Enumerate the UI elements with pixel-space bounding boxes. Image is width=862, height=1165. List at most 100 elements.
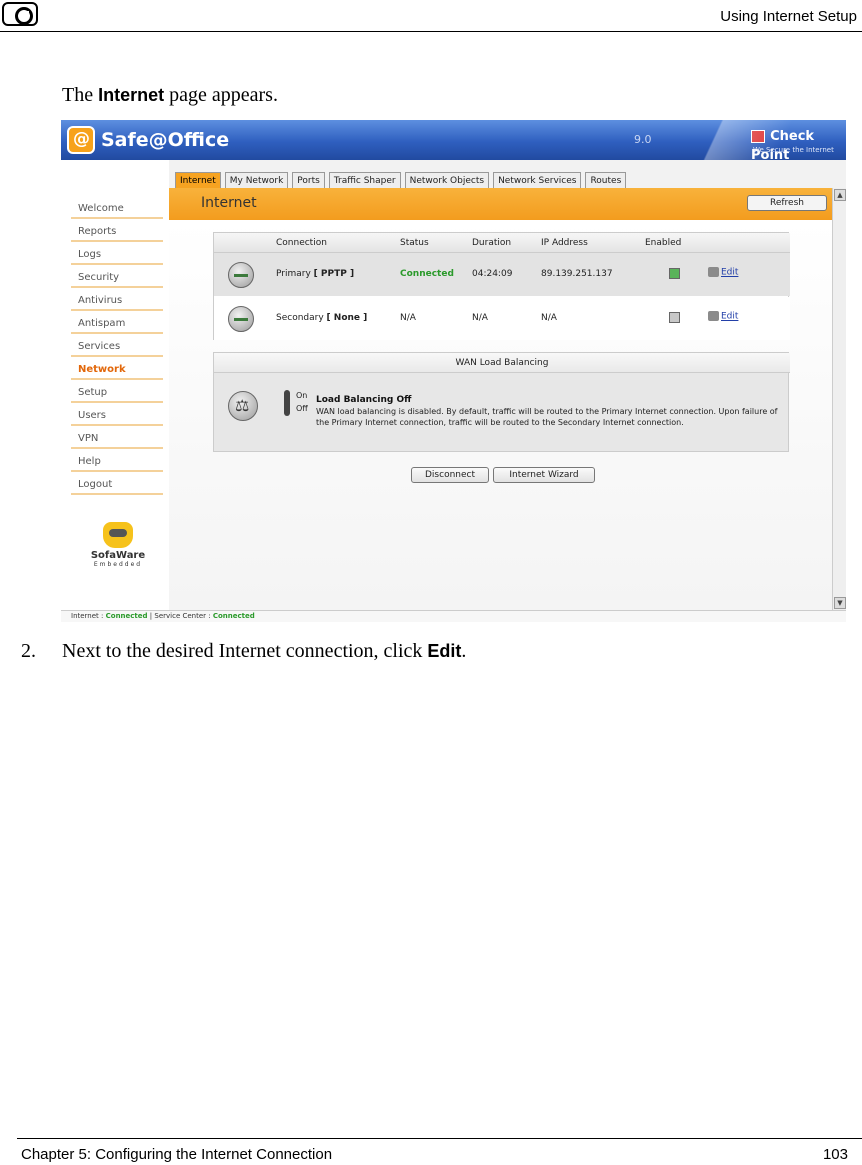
vendor-tagline: We Secure the Internet <box>753 146 834 154</box>
tab-traffic-shaper[interactable]: Traffic Shaper <box>328 172 401 188</box>
intro-prefix: The <box>62 84 94 106</box>
wan-load-balancing-panel: WAN Load Balancing On Off Load Balancing… <box>213 352 790 452</box>
tab-ports[interactable]: Ports <box>292 172 325 188</box>
internet-status-value: Connected <box>105 612 148 620</box>
primary-name: Primary <box>276 269 311 279</box>
scroll-up-arrow-icon[interactable]: ▲ <box>834 189 846 201</box>
intro-bold: Internet <box>98 85 165 105</box>
sidebar-item-welcome[interactable]: Welcome <box>71 196 163 219</box>
toggle-on-label: On <box>296 391 308 400</box>
ip-value: N/A <box>541 313 557 323</box>
scroll-down-arrow-icon[interactable]: ▼ <box>834 597 846 609</box>
step-instruction: Next to the desired Internet connection,… <box>62 640 423 662</box>
service-center-value: Connected <box>212 612 255 620</box>
duration-value: N/A <box>472 313 488 323</box>
step-number: 2. <box>21 640 36 662</box>
toggle-off-label: Off <box>296 404 308 413</box>
wan-header: WAN Load Balancing <box>214 353 790 373</box>
header-rule <box>0 31 862 32</box>
intro-suffix: page appears. <box>169 84 278 106</box>
duration-value: 04:24:09 <box>472 269 513 279</box>
connections-table: Connection Status Duration IP Address En… <box>213 232 790 340</box>
sidebar-item-services[interactable]: Services <box>71 334 163 357</box>
status-badge: Connected <box>400 269 454 279</box>
sidebar-item-antivirus[interactable]: Antivirus <box>71 288 163 311</box>
table-row: Primary [ PPTP ] Connected 04:24:09 89.1… <box>214 253 790 296</box>
sidebar-nav: Welcome Reports Logs Security Antivirus … <box>71 196 163 495</box>
header-enabled: Enabled <box>645 238 682 248</box>
footer-page-number: 103 <box>822 1146 848 1163</box>
sofaware-sub: Embedded <box>93 561 143 568</box>
check-point-icon <box>751 130 765 143</box>
connection-icon <box>228 306 254 332</box>
load-balancing-toggle[interactable] <box>284 390 290 416</box>
tab-routes[interactable]: Routes <box>585 172 627 188</box>
chapter-icon <box>2 2 38 26</box>
disconnect-button[interactable]: Disconnect <box>411 467 489 483</box>
footer-rule <box>17 1138 862 1139</box>
vertical-scrollbar[interactable]: ▲ ▼ <box>832 188 846 610</box>
connection-icon <box>228 262 254 288</box>
status-value: N/A <box>400 313 416 323</box>
ip-value: 89.139.251.137 <box>541 269 613 279</box>
app-titlebar: Safe@Office 9.0 Check Point We Secure th… <box>61 120 846 163</box>
header-duration: Duration <box>472 238 512 248</box>
sidebar: Welcome Reports Logs Security Antivirus … <box>61 160 169 610</box>
step-text: Next to the desired Internet connection,… <box>62 640 466 663</box>
sidebar-item-reports[interactable]: Reports <box>71 219 163 242</box>
load-balancing-title: Load Balancing Off <box>316 395 412 405</box>
edit-primary-link[interactable]: Edit <box>708 267 738 278</box>
secondary-name: Secondary <box>276 313 324 323</box>
sidebar-item-network[interactable]: Network <box>71 357 163 380</box>
header-connection: Connection <box>276 238 327 248</box>
footer-chapter: Chapter 5: Configuring the Internet Conn… <box>21 1146 333 1163</box>
vendor-name: Check Point <box>751 129 815 163</box>
status-separator: | <box>149 612 153 620</box>
safe-at-office-logo-icon <box>67 126 95 154</box>
sofaware-mascot-icon <box>103 522 133 548</box>
edit-secondary-link[interactable]: Edit <box>708 311 738 322</box>
refresh-button[interactable]: Refresh <box>747 195 827 211</box>
sofaware-brand: SofaWare <box>90 550 146 561</box>
sidebar-item-security[interactable]: Security <box>71 265 163 288</box>
status-bar: Internet : Connected | Service Center : … <box>61 610 846 622</box>
tab-network-objects[interactable]: Network Objects <box>404 172 490 188</box>
internet-wizard-button[interactable]: Internet Wizard <box>493 467 595 483</box>
tab-network-services[interactable]: Network Services <box>493 172 582 188</box>
page-title: Internet <box>201 195 257 211</box>
table-row: Secondary [ None ] N/A N/A N/A Edit <box>214 297 790 340</box>
edit-icon <box>708 267 719 277</box>
sidebar-item-setup[interactable]: Setup <box>71 380 163 403</box>
internet-status-label: Internet : <box>71 612 104 620</box>
tab-my-network[interactable]: My Network <box>224 172 289 188</box>
sidebar-item-vpn[interactable]: VPN <box>71 426 163 449</box>
header-status: Status <box>400 238 429 248</box>
load-balancing-description: WAN load balancing is disabled. By defau… <box>316 407 778 427</box>
secondary-type: [ None ] <box>326 313 368 323</box>
check-point-logo: Check Point <box>751 126 846 164</box>
primary-type: [ PPTP ] <box>313 269 355 279</box>
service-center-label: Service Center : <box>154 612 211 620</box>
screenshot: Safe@Office 9.0 Check Point We Secure th… <box>61 120 846 622</box>
app-version: 9.0 <box>634 133 652 146</box>
page-title-band: Internet Refresh <box>169 188 832 220</box>
edit-icon <box>708 311 719 321</box>
sidebar-item-antispam[interactable]: Antispam <box>71 311 163 334</box>
content-area: Internet Refresh Connection Status Durat… <box>169 188 832 610</box>
sidebar-item-users[interactable]: Users <box>71 403 163 426</box>
sofaware-logo: SofaWare Embedded <box>83 522 153 568</box>
step-bold: Edit <box>427 641 462 661</box>
edit-label: Edit <box>721 311 739 322</box>
sidebar-item-help[interactable]: Help <box>71 449 163 472</box>
app-name: Safe@Office <box>101 129 230 151</box>
sidebar-item-logs[interactable]: Logs <box>71 242 163 265</box>
enabled-checkbox[interactable] <box>669 268 680 279</box>
sidebar-item-logout[interactable]: Logout <box>71 472 163 495</box>
scale-icon <box>228 391 258 421</box>
enabled-checkbox[interactable] <box>669 312 680 323</box>
edit-label: Edit <box>721 267 739 278</box>
header-ip-address: IP Address <box>541 238 588 248</box>
table-header: Connection Status Duration IP Address En… <box>214 233 790 253</box>
connection-name: Secondary [ None ] <box>276 313 367 323</box>
intro-text: The Internet page appears. <box>62 84 278 107</box>
